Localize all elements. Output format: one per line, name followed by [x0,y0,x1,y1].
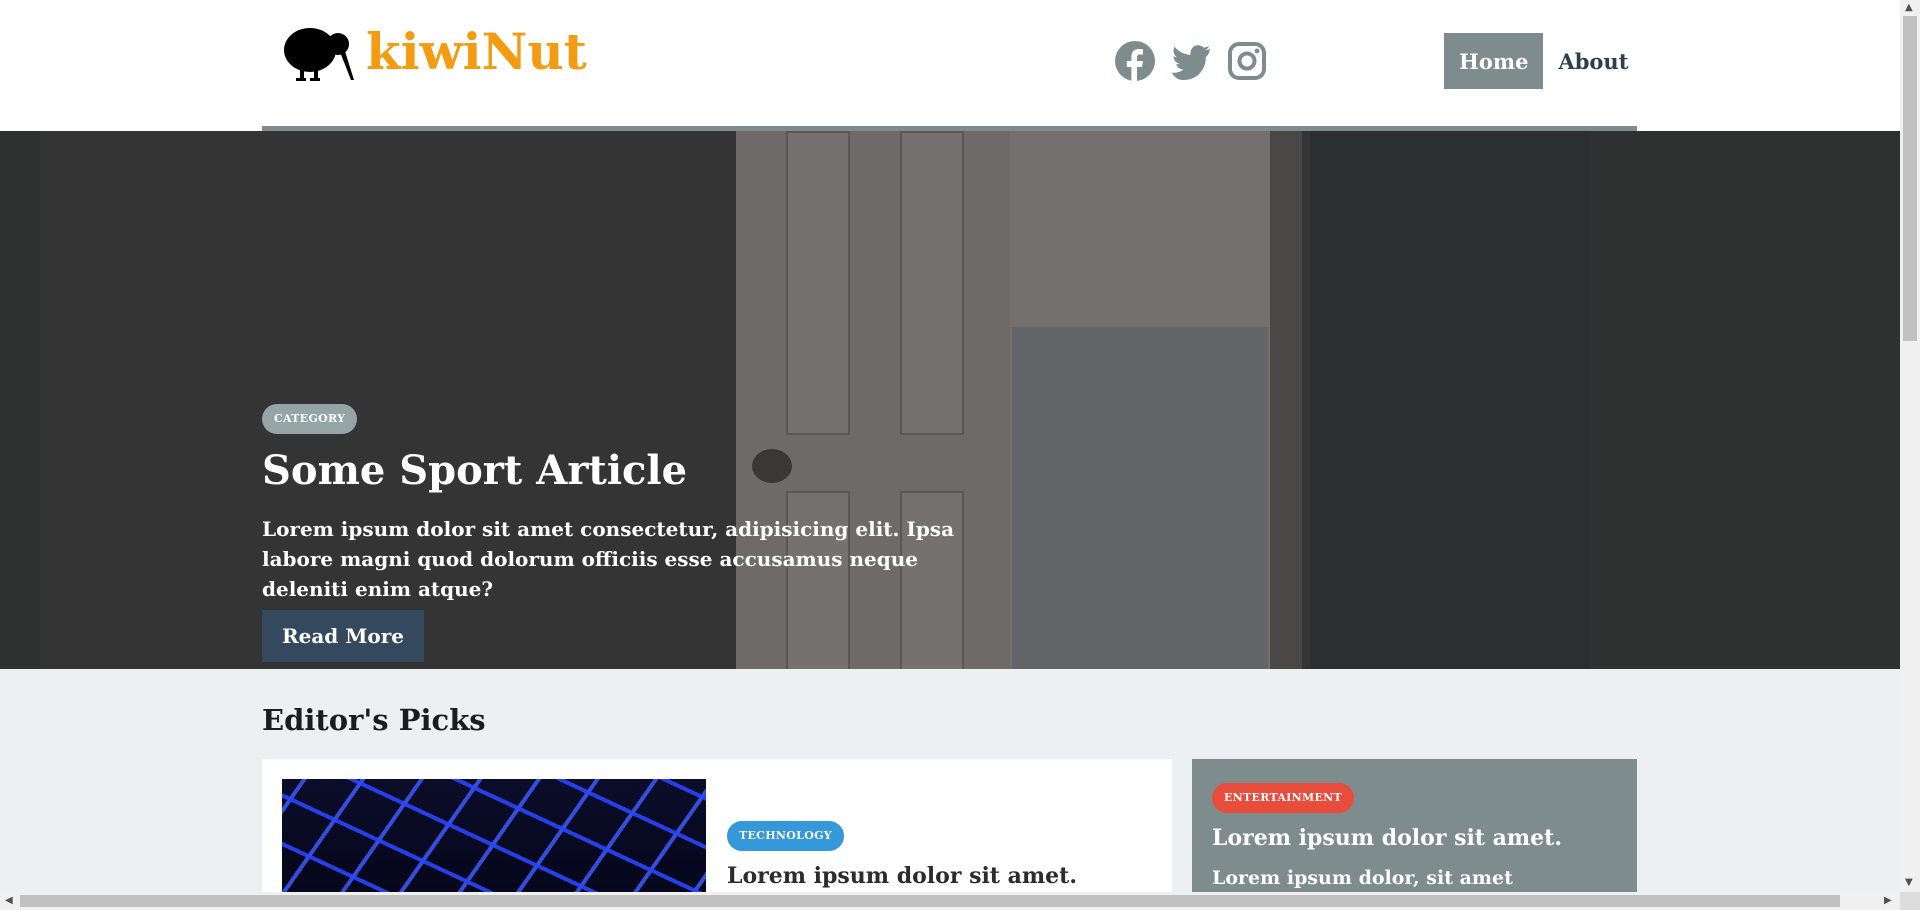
horizontal-scrollbar[interactable]: ◀ ▶ [0,892,1900,910]
twitter-link[interactable] [1170,40,1212,82]
scroll-left-arrow-icon[interactable]: ◀ [5,896,13,906]
twitter-icon [1171,45,1210,80]
scroll-down-arrow-icon[interactable]: ▼ [1905,878,1913,888]
horizontal-scroll-thumb[interactable] [20,895,1840,907]
entertainment-badge[interactable]: ENTERTAINMENT [1212,783,1354,813]
door-panel [786,131,850,435]
site-header: kiwiNut Home About [0,0,1900,131]
site-logo[interactable]: kiwiNut [280,22,587,82]
side-article-card[interactable]: ENTERTAINMENT Lorem ipsum dolor sit amet… [1192,759,1637,910]
hero-image-wall-lower [1012,327,1268,669]
keyboard-image [282,779,706,910]
kiwi-bird-icon [284,28,354,81]
read-more-button[interactable]: Read More [262,610,424,662]
hero-excerpt: Lorem ipsum dolor sit amet consectetur, … [262,517,955,601]
side-card-body: ENTERTAINMENT Lorem ipsum dolor sit amet… [1212,783,1622,910]
nav-home[interactable]: Home [1444,33,1544,89]
instagram-link[interactable] [1226,40,1268,82]
technology-badge[interactable]: TECHNOLOGY [727,821,844,851]
hero-title[interactable]: Some Sport Article [262,448,982,494]
scroll-right-arrow-icon[interactable]: ▶ [1884,896,1892,906]
hero-category-badge[interactable]: CATEGORY [262,404,358,434]
facebook-link[interactable] [1114,40,1156,82]
featured-article-card[interactable]: TECHNOLOGY Lorem ipsum dolor sit amet. [262,759,1172,910]
vertical-scroll-thumb[interactable] [1903,16,1917,341]
social-links [1114,40,1268,82]
facebook-icon [1115,41,1155,82]
hero-content: CATEGORY Some Sport Article Lorem ipsum … [262,404,982,662]
door-panel [900,131,964,435]
hero-banner: CATEGORY Some Sport Article Lorem ipsum … [0,131,1900,669]
instagram-icon [1228,42,1266,80]
scroll-up-arrow-icon[interactable]: ▲ [1905,3,1913,13]
hero-image-shadow [1310,131,1590,669]
editors-picks-heading: Editor's Picks [262,703,486,737]
vertical-scrollbar[interactable]: ▲ ▼ [1900,0,1920,892]
side-card-title[interactable]: Lorem ipsum dolor sit amet. [1212,825,1622,851]
nav-about[interactable]: About [1543,33,1643,89]
card-title[interactable]: Lorem ipsum dolor sit amet. [727,863,1077,889]
scrollbar-corner [1900,892,1920,910]
card-body: TECHNOLOGY Lorem ipsum dolor sit amet. [727,821,1077,889]
main-nav: Home About [1444,33,1643,89]
brand-name: kiwiNut [366,22,587,81]
